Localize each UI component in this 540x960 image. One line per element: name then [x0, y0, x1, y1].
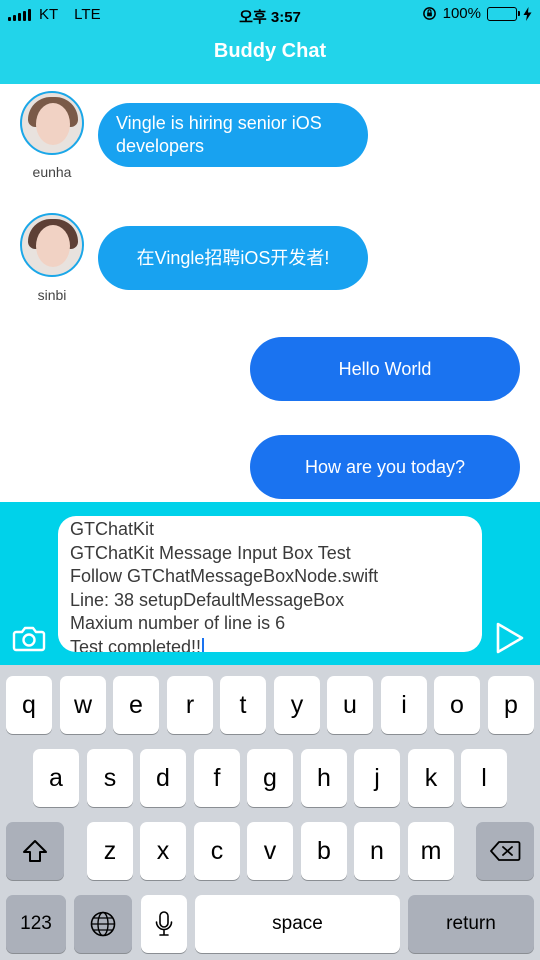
orientation-lock-icon: [422, 7, 436, 20]
key-o[interactable]: o: [434, 676, 480, 734]
send-icon[interactable]: [494, 620, 526, 656]
input-line: GTChatKit: [70, 519, 155, 539]
chat-area[interactable]: eunha Vingle is hiring senior iOS develo…: [0, 84, 540, 502]
microphone-icon: [155, 911, 173, 936]
keyboard: q w e r t y u i o p a s d f g h j k l z …: [0, 665, 540, 960]
message-input-bar: GTChatKit GTChatKit Message Input Box Te…: [0, 502, 540, 665]
input-line: Maxium number of line is 6: [70, 613, 286, 633]
key-f[interactable]: f: [194, 749, 240, 807]
backspace-icon: [490, 841, 521, 861]
key-t[interactable]: t: [220, 676, 266, 734]
battery-icon: [487, 6, 520, 21]
camera-icon[interactable]: [12, 620, 46, 656]
avatar[interactable]: [20, 213, 84, 277]
charging-bolt-icon: [523, 6, 532, 21]
key-m[interactable]: m: [408, 822, 454, 880]
key-e[interactable]: e: [113, 676, 159, 734]
dictation-key[interactable]: [141, 895, 187, 953]
key-b[interactable]: b: [301, 822, 347, 880]
input-line-last: Test completed!!: [70, 636, 470, 653]
sender-name: sinbi: [37, 287, 67, 303]
key-w[interactable]: w: [60, 676, 106, 734]
shift-icon: [23, 840, 47, 862]
message-input-field[interactable]: GTChatKit GTChatKit Message Input Box Te…: [58, 516, 482, 652]
input-line: Follow GTChatMessageBoxNode.swift: [70, 566, 379, 586]
key-x[interactable]: x: [140, 822, 186, 880]
key-h[interactable]: h: [301, 749, 347, 807]
delete-key[interactable]: [476, 822, 534, 880]
key-a[interactable]: a: [33, 749, 79, 807]
avatar[interactable]: [20, 91, 84, 155]
key-r[interactable]: r: [167, 676, 213, 734]
battery-percent: 100%: [442, 5, 481, 22]
key-p[interactable]: p: [488, 676, 534, 734]
sender-name: eunha: [32, 164, 72, 180]
return-key[interactable]: return: [408, 895, 534, 953]
shift-key[interactable]: [6, 822, 64, 880]
key-u[interactable]: u: [327, 676, 373, 734]
header-bar: KT LTE 오후 3:57 100% Buddy Chat: [0, 0, 540, 84]
outgoing-message-bubble[interactable]: How are you today?: [250, 435, 520, 499]
key-d[interactable]: d: [140, 749, 186, 807]
key-k[interactable]: k: [408, 749, 454, 807]
incoming-message-bubble[interactable]: 在Vingle招聘iOS开发者!: [98, 226, 368, 290]
key-n[interactable]: n: [354, 822, 400, 880]
message-text: Hello World: [338, 358, 432, 379]
numbers-key[interactable]: 123: [6, 895, 66, 953]
space-key[interactable]: space: [195, 895, 400, 953]
message-text: How are you today?: [304, 456, 466, 477]
key-y[interactable]: y: [274, 676, 320, 734]
input-line: Test completed!!: [70, 636, 202, 653]
message-text: Vingle is hiring senior iOS developers: [116, 113, 322, 156]
text-cursor: [202, 637, 205, 652]
key-g[interactable]: g: [247, 749, 293, 807]
globe-key[interactable]: [74, 895, 132, 953]
outgoing-message-bubble[interactable]: Hello World: [250, 337, 520, 401]
input-line: GTChatKit Message Input Box Test: [70, 542, 351, 563]
key-q[interactable]: q: [6, 676, 52, 734]
incoming-message-bubble[interactable]: Vingle is hiring senior iOS developers: [98, 103, 368, 167]
key-s[interactable]: s: [87, 749, 133, 807]
key-l[interactable]: l: [461, 749, 507, 807]
key-j[interactable]: j: [354, 749, 400, 807]
key-z[interactable]: z: [87, 822, 133, 880]
globe-icon: [90, 911, 116, 937]
key-v[interactable]: v: [247, 822, 293, 880]
key-i[interactable]: i: [381, 676, 427, 734]
key-c[interactable]: c: [194, 822, 240, 880]
input-line: Line: 38 setupDefaultMessageBox: [70, 589, 345, 610]
message-text: 在Vingle招聘iOS开发者!: [136, 247, 330, 268]
page-title: Buddy Chat: [213, 40, 327, 62]
status-bar: KT LTE 오후 3:57 100%: [0, 0, 540, 28]
